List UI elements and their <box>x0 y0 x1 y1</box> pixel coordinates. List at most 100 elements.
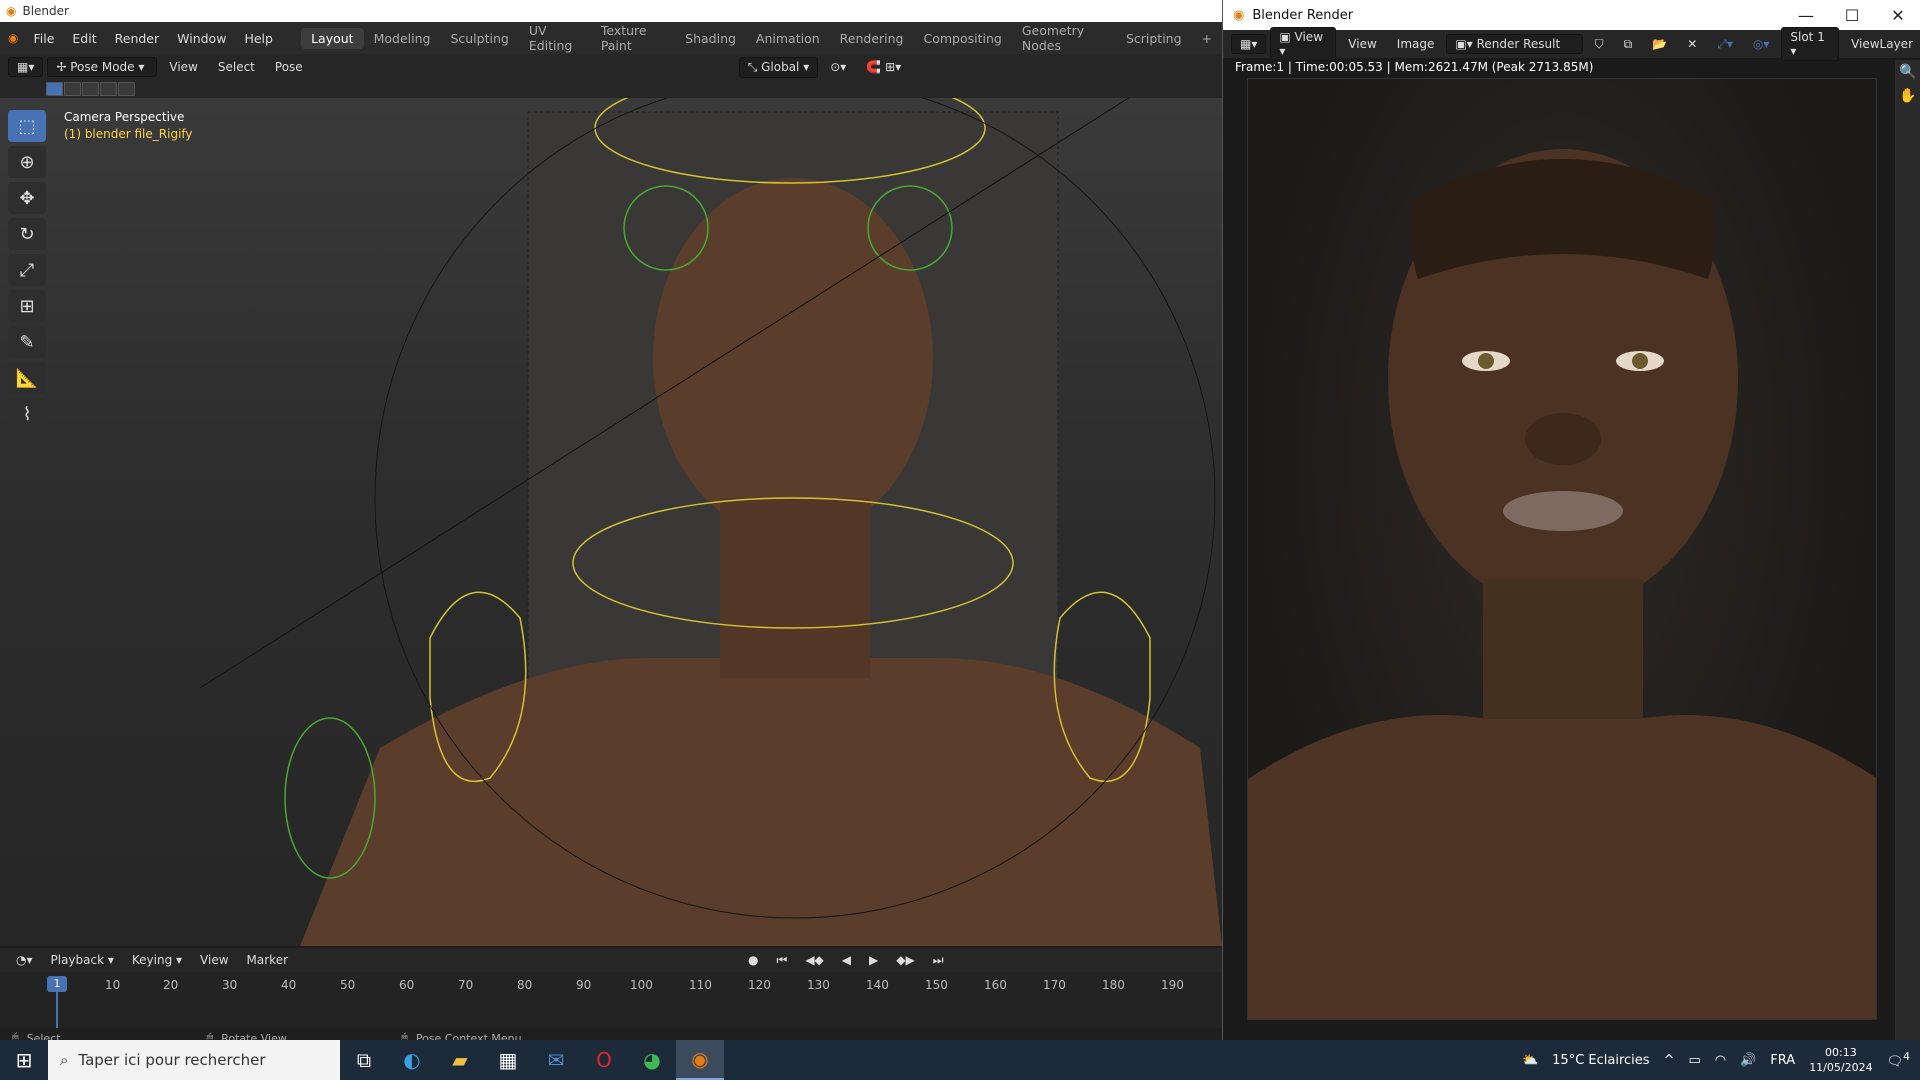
bone-size-icon[interactable]: ⌇ <box>8 398 46 430</box>
orientation-select[interactable]: ⤡ Global ▾ <box>738 56 819 78</box>
tab-scripting[interactable]: Scripting <box>1116 28 1192 49</box>
overlay-icon[interactable]: ◎▾ <box>1745 35 1778 53</box>
edge-icon[interactable]: ◐ <box>388 1040 436 1080</box>
select-invert-icon[interactable] <box>100 82 117 96</box>
jump-end-icon[interactable]: ⏭ <box>925 951 952 970</box>
next-keyframe-icon[interactable]: ◆▶ <box>888 951 922 969</box>
zoom-icon[interactable]: 🔍 <box>1895 60 1920 84</box>
windows-start-icon[interactable]: ⊞ <box>0 1040 48 1080</box>
wifi-icon[interactable]: ◠ <box>1715 1053 1726 1068</box>
store-icon[interactable]: ▦ <box>484 1040 532 1080</box>
tab-layout[interactable]: Layout <box>301 27 364 49</box>
battery-icon[interactable]: ▭ <box>1688 1053 1700 1068</box>
menu-pose[interactable]: Pose <box>267 58 311 76</box>
clock-date: 11/05/2024 <box>1809 1061 1873 1074</box>
keying-menu[interactable]: Keying ▾ <box>124 951 190 969</box>
gizmo-icon[interactable]: ⤢▾ <box>1709 35 1741 54</box>
minimize-icon[interactable]: — <box>1783 0 1829 30</box>
scale-icon[interactable]: ⤢ <box>8 254 46 286</box>
measure-icon[interactable]: 📐 <box>8 362 46 394</box>
volume-icon[interactable]: 🔊 <box>1740 1053 1756 1068</box>
render-image-menu[interactable]: Image <box>1389 35 1443 53</box>
move-icon[interactable]: ✥ <box>8 182 46 214</box>
view-layer-select[interactable]: ViewLayer <box>1843 35 1920 53</box>
current-frame-indicator[interactable]: 1 <box>47 976 67 992</box>
tab-uv-editing[interactable]: UV Editing <box>519 20 591 56</box>
menu-edit[interactable]: Edit <box>63 31 105 46</box>
record-icon[interactable]: ● <box>740 951 766 969</box>
blender-menu-icon[interactable]: ◉ <box>8 31 18 45</box>
slot-select[interactable]: Slot 1 ▾ <box>1781 27 1840 61</box>
add-workspace-icon[interactable]: + <box>1192 28 1222 49</box>
camera-perspective-label: Camera Perspective <box>64 110 185 124</box>
jump-start-icon[interactable]: ⏮ <box>769 951 796 970</box>
marker-menu[interactable]: Marker <box>239 951 296 969</box>
maximize-icon[interactable]: ☐ <box>1829 0 1875 30</box>
weather-icon[interactable]: ⛅ <box>1522 1053 1538 1068</box>
tab-sculpting[interactable]: Sculpting <box>440 28 518 49</box>
render-result-select[interactable]: ▣▾ Render Result <box>1446 34 1583 54</box>
prev-keyframe-icon[interactable]: ◀◆ <box>797 951 831 969</box>
timeline-ruler[interactable]: 1 10 20 30 40 50 60 70 80 90 100 110 120… <box>0 972 1222 1028</box>
taskbar-search[interactable]: ⌕ Taper ici pour rechercher <box>48 1040 340 1080</box>
menu-window[interactable]: Window <box>168 31 235 46</box>
timeline-editor-icon[interactable]: ◔▾ <box>8 951 41 969</box>
tab-compositing[interactable]: Compositing <box>914 28 1012 49</box>
snap-icon[interactable]: 🧲 ⊞▾ <box>858 58 909 76</box>
tab-shading[interactable]: Shading <box>675 28 746 49</box>
menu-help[interactable]: Help <box>235 31 282 46</box>
select-box-icon[interactable]: ⬚ <box>8 110 46 142</box>
clock[interactable]: 00:13 11/05/2024 <box>1809 1045 1872 1075</box>
playback-menu[interactable]: Playback ▾ <box>43 951 122 969</box>
rotate-icon[interactable]: ↻ <box>8 218 46 250</box>
cursor-icon[interactable]: ⊕ <box>8 146 46 178</box>
render-view-menu[interactable]: View <box>1340 35 1384 53</box>
image-sidebar[interactable]: 🔍 ✋ <box>1895 60 1920 1040</box>
tab-geometry-nodes[interactable]: Geometry Nodes <box>1012 20 1116 56</box>
opera-icon[interactable]: O <box>580 1040 628 1080</box>
search-icon: ⌕ <box>60 1051 69 1069</box>
select-new-icon[interactable] <box>46 82 63 96</box>
tab-texture-paint[interactable]: Texture Paint <box>591 20 675 56</box>
blender-taskbar-icon[interactable]: ◉ <box>676 1040 724 1080</box>
playhead-line[interactable] <box>56 992 58 1028</box>
menu-file[interactable]: File <box>24 31 63 46</box>
chrome-icon[interactable]: ◕ <box>628 1040 676 1080</box>
select-subtract-icon[interactable] <box>82 82 99 96</box>
image-editor-type-icon[interactable]: ▦▾ <box>1231 34 1267 54</box>
tab-animation[interactable]: Animation <box>746 28 830 49</box>
fake-user-icon[interactable]: ⛉ <box>1587 35 1612 54</box>
editor-type-icon[interactable]: ▦▾ <box>8 57 44 77</box>
language-indicator[interactable]: FRA <box>1770 1053 1795 1068</box>
pan-hand-icon[interactable]: ✋ <box>1895 84 1920 108</box>
chevron-up-icon[interactable]: ^ <box>1664 1053 1675 1068</box>
select-extend-icon[interactable] <box>64 82 81 96</box>
pivot-icon[interactable]: ⊙▾ <box>822 58 854 76</box>
open-image-icon[interactable]: 📂 <box>1644 35 1675 53</box>
menu-select[interactable]: Select <box>210 58 263 76</box>
annotate-icon[interactable]: ✎ <box>8 326 46 358</box>
mode-select[interactable]: ✢ Pose Mode ▾ <box>47 57 158 77</box>
close-icon[interactable]: ✕ <box>1875 0 1920 30</box>
mail-icon[interactable]: ✉ <box>532 1040 580 1080</box>
render-result-image[interactable] <box>1247 78 1877 1020</box>
timeline-view-menu[interactable]: View <box>192 951 236 969</box>
new-image-icon[interactable]: ⧉ <box>1616 35 1641 54</box>
play-reverse-icon[interactable]: ◀ <box>834 951 859 969</box>
transform-icon[interactable]: ⊞ <box>8 290 46 322</box>
file-explorer-icon[interactable]: ▰ <box>436 1040 484 1080</box>
render-view-dropdown[interactable]: ▣ View ▾ <box>1270 27 1337 61</box>
menu-view[interactable]: View <box>161 58 205 76</box>
unlink-icon[interactable]: ✕ <box>1679 35 1705 53</box>
tab-modeling[interactable]: Modeling <box>364 28 441 49</box>
viewport-header: ▦▾ ✢ Pose Mode ▾ View Select Pose ⤡ Glob… <box>0 54 1222 80</box>
select-intersect-icon[interactable] <box>118 82 135 96</box>
weather-text[interactable]: 15°C Eclaircies <box>1552 1053 1649 1068</box>
menu-render[interactable]: Render <box>106 31 169 46</box>
task-view-icon[interactable]: ⧉ <box>340 1040 388 1080</box>
3d-viewport[interactable] <box>0 98 1222 946</box>
play-icon[interactable]: ▶ <box>861 951 886 969</box>
notification-icon[interactable]: 🗨4 <box>1887 1050 1910 1069</box>
tab-rendering[interactable]: Rendering <box>830 28 914 49</box>
image-editor-header: ▦▾ ▣ View ▾ View Image ▣▾ Render Result … <box>1223 27 1920 61</box>
